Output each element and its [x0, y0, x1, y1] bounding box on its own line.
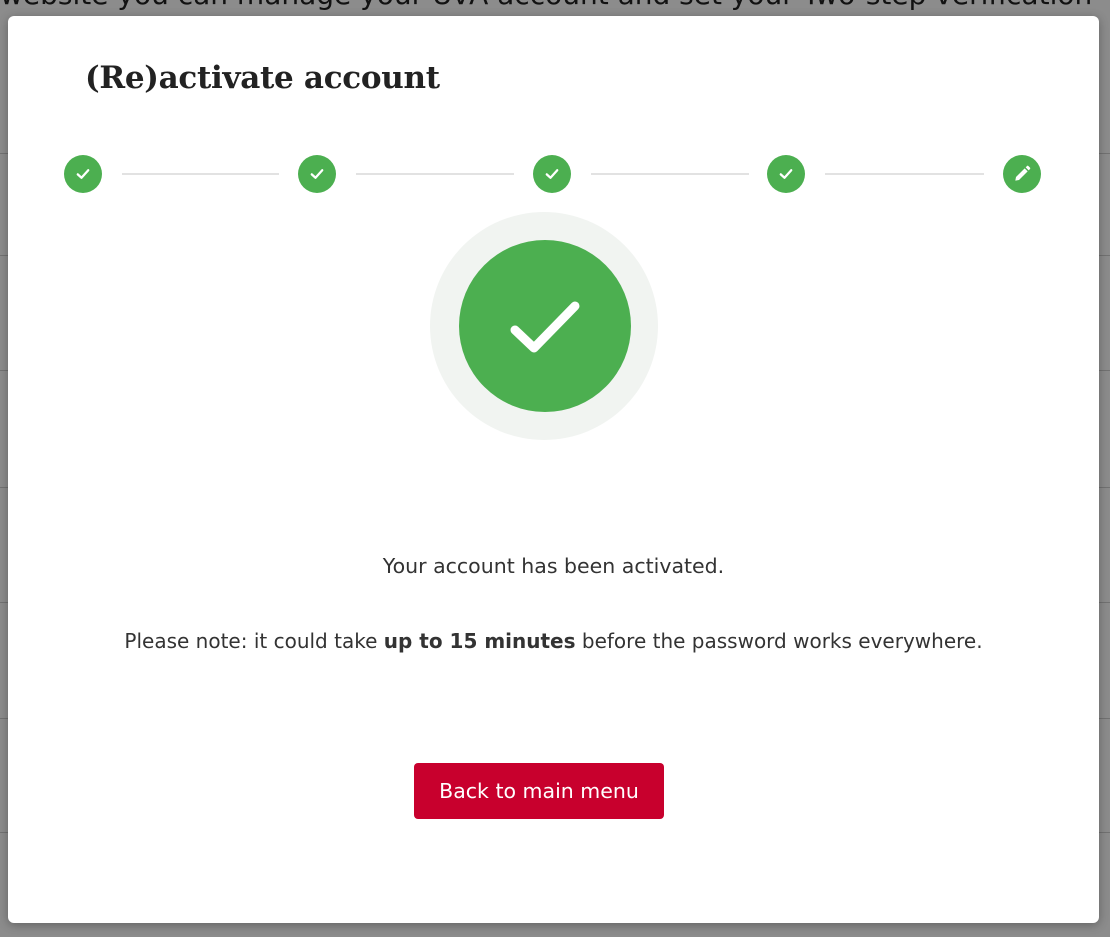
check-circle-icon: [459, 240, 631, 412]
password-note: Please note: it could take up to 15 minu…: [8, 629, 1099, 653]
check-icon: [310, 169, 324, 179]
step-2-complete: [298, 155, 336, 193]
step-1-complete: [64, 155, 102, 193]
note-suffix: before the password works everywhere.: [575, 629, 983, 653]
reactivate-account-dialog: (Re)activate account Your account has be…: [8, 16, 1099, 923]
note-prefix: Please note: it could take: [124, 629, 384, 653]
step-5-current: [1003, 155, 1041, 193]
stepper-connector: [356, 173, 514, 175]
check-icon: [76, 169, 90, 179]
check-icon: [545, 169, 559, 179]
progress-stepper: [8, 16, 1099, 216]
pencil-icon: [1015, 165, 1031, 181]
large-check-icon: [510, 301, 580, 353]
back-to-main-menu-button[interactable]: Back to main menu: [414, 763, 664, 819]
step-4-complete: [767, 155, 805, 193]
note-emphasis: up to 15 minutes: [383, 629, 576, 653]
step-3-complete: [533, 155, 571, 193]
check-icon: [779, 169, 793, 179]
activation-message: Your account has been activated.: [382, 554, 725, 578]
stepper-connector: [122, 173, 279, 175]
stepper-connector: [825, 173, 984, 175]
stepper-connector: [591, 173, 749, 175]
